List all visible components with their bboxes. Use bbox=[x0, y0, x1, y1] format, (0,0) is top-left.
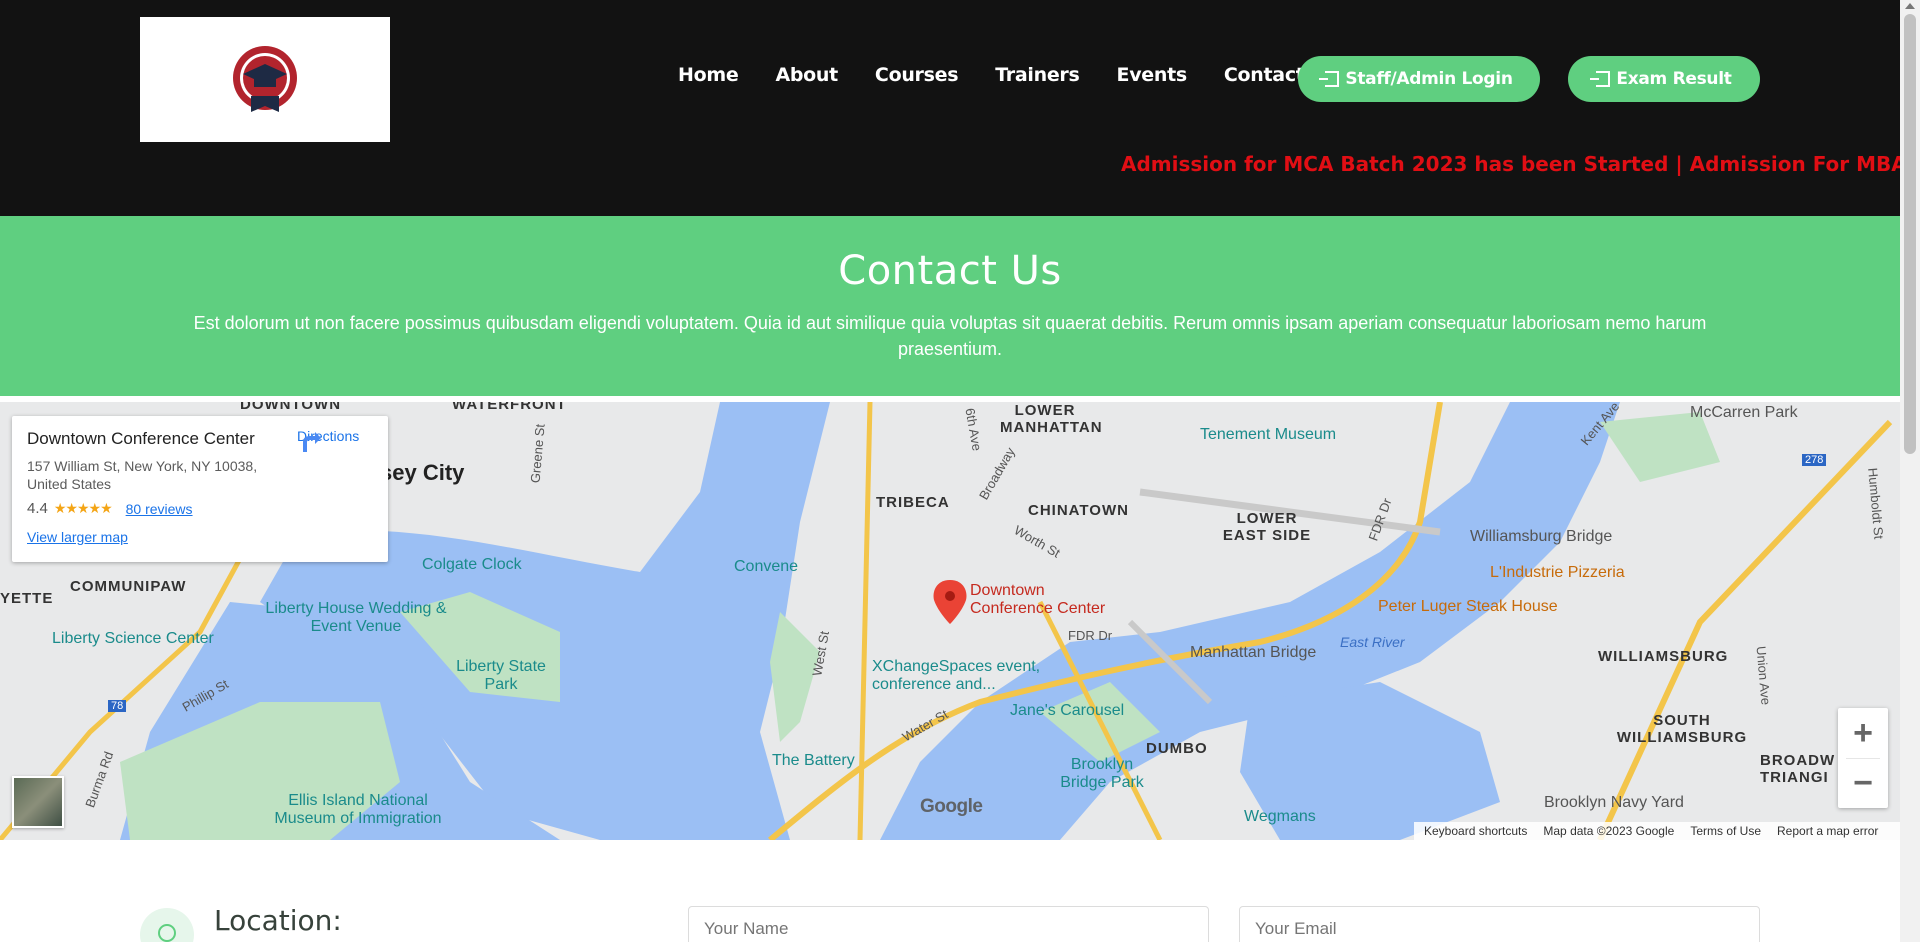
map-label-east-river: East River bbox=[1340, 634, 1405, 650]
map-place-card: Downtown Conference Center 157 William S… bbox=[12, 416, 388, 562]
email-field[interactable] bbox=[1239, 906, 1760, 942]
staff-admin-login-label: Staff/Admin Login bbox=[1345, 69, 1513, 89]
map-label-xchangespaces: XChangeSpaces event, conference and... bbox=[872, 658, 1041, 693]
keyboard-shortcuts-link[interactable]: Keyboard shortcuts bbox=[1424, 824, 1527, 838]
route-278-shield: 278 bbox=[1802, 454, 1827, 466]
college-campus-logo-icon bbox=[233, 45, 297, 112]
admission-marquee: Admission for MCA Batch 2023 has been St… bbox=[1121, 152, 1900, 176]
map-label-brooklyn-bridge-park: Brooklyn Bridge Park bbox=[1060, 756, 1144, 791]
contact-banner: Contact Us Est dolorum ut non facere pos… bbox=[0, 216, 1900, 396]
site-logo[interactable] bbox=[140, 17, 390, 142]
zoom-divider bbox=[1846, 758, 1880, 759]
map-label-lower-east-side: LOWER EAST SIDE bbox=[1222, 510, 1312, 544]
scroll-up-arrow-icon[interactable] bbox=[1905, 3, 1915, 9]
map-label-the-battery: The Battery bbox=[772, 752, 855, 769]
map-data-attribution: Map data ©2023 Google bbox=[1543, 824, 1675, 838]
nav-events[interactable]: Events bbox=[1117, 64, 1188, 86]
map-label-broadway-triangle: BROADW TRIANGI bbox=[1760, 752, 1836, 786]
map-label-wegmans: Wegmans bbox=[1244, 808, 1316, 825]
map-label-tenement-museum: Tenement Museum bbox=[1200, 426, 1337, 443]
page-title: Contact Us bbox=[838, 248, 1062, 294]
exam-result-label: Exam Result bbox=[1616, 69, 1732, 89]
directions-button[interactable]: Directions bbox=[297, 428, 359, 452]
login-icon bbox=[1590, 71, 1611, 87]
google-logo: Google bbox=[920, 796, 983, 817]
staff-admin-login-button[interactable]: Staff/Admin Login bbox=[1298, 56, 1540, 102]
place-address: 157 William St, New York, NY 10038, Unit… bbox=[27, 458, 258, 492]
map-label-colgate-clock: Colgate Clock bbox=[422, 556, 522, 573]
main-nav: Home About Courses Trainers Events Conta… bbox=[678, 64, 1342, 86]
map-marker-label: Downtown Conference Center bbox=[970, 582, 1106, 617]
nav-courses[interactable]: Courses bbox=[875, 64, 959, 86]
contact-page: Home About Courses Trainers Events Conta… bbox=[0, 0, 1920, 942]
report-map-error-link[interactable]: Report a map error bbox=[1777, 824, 1878, 838]
map-label-williamsburg-bridge: Williamsburg Bridge bbox=[1470, 528, 1613, 545]
site-header: Home About Courses Trainers Events Conta… bbox=[0, 0, 1900, 216]
map-label-mccarren-park: McCarren Park bbox=[1690, 404, 1798, 421]
route-78-shield: 78 bbox=[108, 700, 127, 712]
satellite-toggle[interactable] bbox=[12, 776, 64, 828]
nav-contact[interactable]: Contact bbox=[1224, 64, 1305, 86]
location-icon bbox=[140, 908, 194, 942]
map-label-south-williamsburg: SOUTH WILLIAMSBURG bbox=[1616, 712, 1748, 746]
exam-result-button[interactable]: Exam Result bbox=[1568, 56, 1760, 102]
map-label-manhattan-bridge: Manhattan Bridge bbox=[1190, 644, 1317, 661]
map-label-downtown: DOWNTOWN bbox=[240, 402, 342, 413]
zoom-out-button[interactable]: − bbox=[1838, 758, 1888, 808]
map-label-communipaw: COMMUNIPAW bbox=[70, 578, 187, 595]
map-footer: Keyboard shortcuts Map data ©2023 Google… bbox=[1414, 822, 1900, 840]
zoom-in-button[interactable]: + bbox=[1838, 708, 1888, 758]
map-label-lindustrie-pizzeria: L'Industrie Pizzeria bbox=[1490, 564, 1625, 581]
map-label-peter-luger: Peter Luger Steak House bbox=[1378, 598, 1558, 615]
map-label-liberty-science-center: Liberty Science Center bbox=[52, 630, 214, 647]
map-label-williamsburg: WILLIAMSBURG bbox=[1598, 648, 1729, 665]
map-label-fdr-dr: FDR Dr bbox=[1068, 628, 1113, 643]
zoom-control: + − bbox=[1838, 708, 1888, 808]
map-label-waterfront: WATERFRONT bbox=[452, 402, 567, 413]
map-label-chinatown: CHINATOWN bbox=[1028, 502, 1129, 519]
google-map[interactable]: DOWNTOWN WATERFRONT sey City COMMUNIPAW … bbox=[0, 402, 1900, 840]
directions-icon bbox=[303, 432, 321, 452]
name-field[interactable] bbox=[688, 906, 1209, 942]
map-label-liberty-house: Liberty House Wedding & Event Venue bbox=[265, 600, 447, 635]
nav-trainers[interactable]: Trainers bbox=[995, 64, 1080, 86]
map-label-brooklyn-navy-yard: Brooklyn Navy Yard bbox=[1544, 794, 1684, 811]
location-pin-icon bbox=[158, 924, 176, 942]
reviews-link[interactable]: 80 reviews bbox=[126, 501, 193, 517]
login-icon bbox=[1319, 71, 1340, 87]
map-label-liberty-state-park: Liberty State Park bbox=[456, 658, 546, 693]
map-label-lower-manhattan: LOWER MANHATTAN bbox=[1000, 402, 1103, 436]
view-larger-map-link[interactable]: View larger map bbox=[27, 529, 373, 545]
map-label-janes-carousel: Jane's Carousel bbox=[1010, 702, 1125, 719]
map-label-dumbo: DUMBO bbox=[1146, 740, 1208, 757]
scroll-thumb[interactable] bbox=[1904, 14, 1916, 454]
place-rating: 4.4 bbox=[27, 500, 48, 517]
map-label-yette: YETTE bbox=[0, 590, 54, 607]
nav-about[interactable]: About bbox=[775, 64, 838, 86]
map-label-tribeca: TRIBECA bbox=[876, 494, 950, 511]
page-scrollbar[interactable] bbox=[1900, 0, 1920, 942]
map-label-convene: Convene bbox=[734, 558, 799, 575]
map-label-jersey-city: sey City bbox=[380, 460, 465, 485]
rating-stars-icon: ★★★★★ bbox=[53, 500, 113, 516]
map-label-ellis-island: Ellis Island National Museum of Immigrat… bbox=[274, 792, 442, 827]
place-rating-row: 4.4 ★★★★★ 80 reviews bbox=[27, 500, 373, 517]
terms-of-use-link[interactable]: Terms of Use bbox=[1690, 824, 1761, 838]
nav-home[interactable]: Home bbox=[678, 64, 739, 86]
location-heading: Location: bbox=[214, 904, 342, 937]
banner-description: Est dolorum ut non facere possimus quibu… bbox=[193, 313, 1707, 359]
